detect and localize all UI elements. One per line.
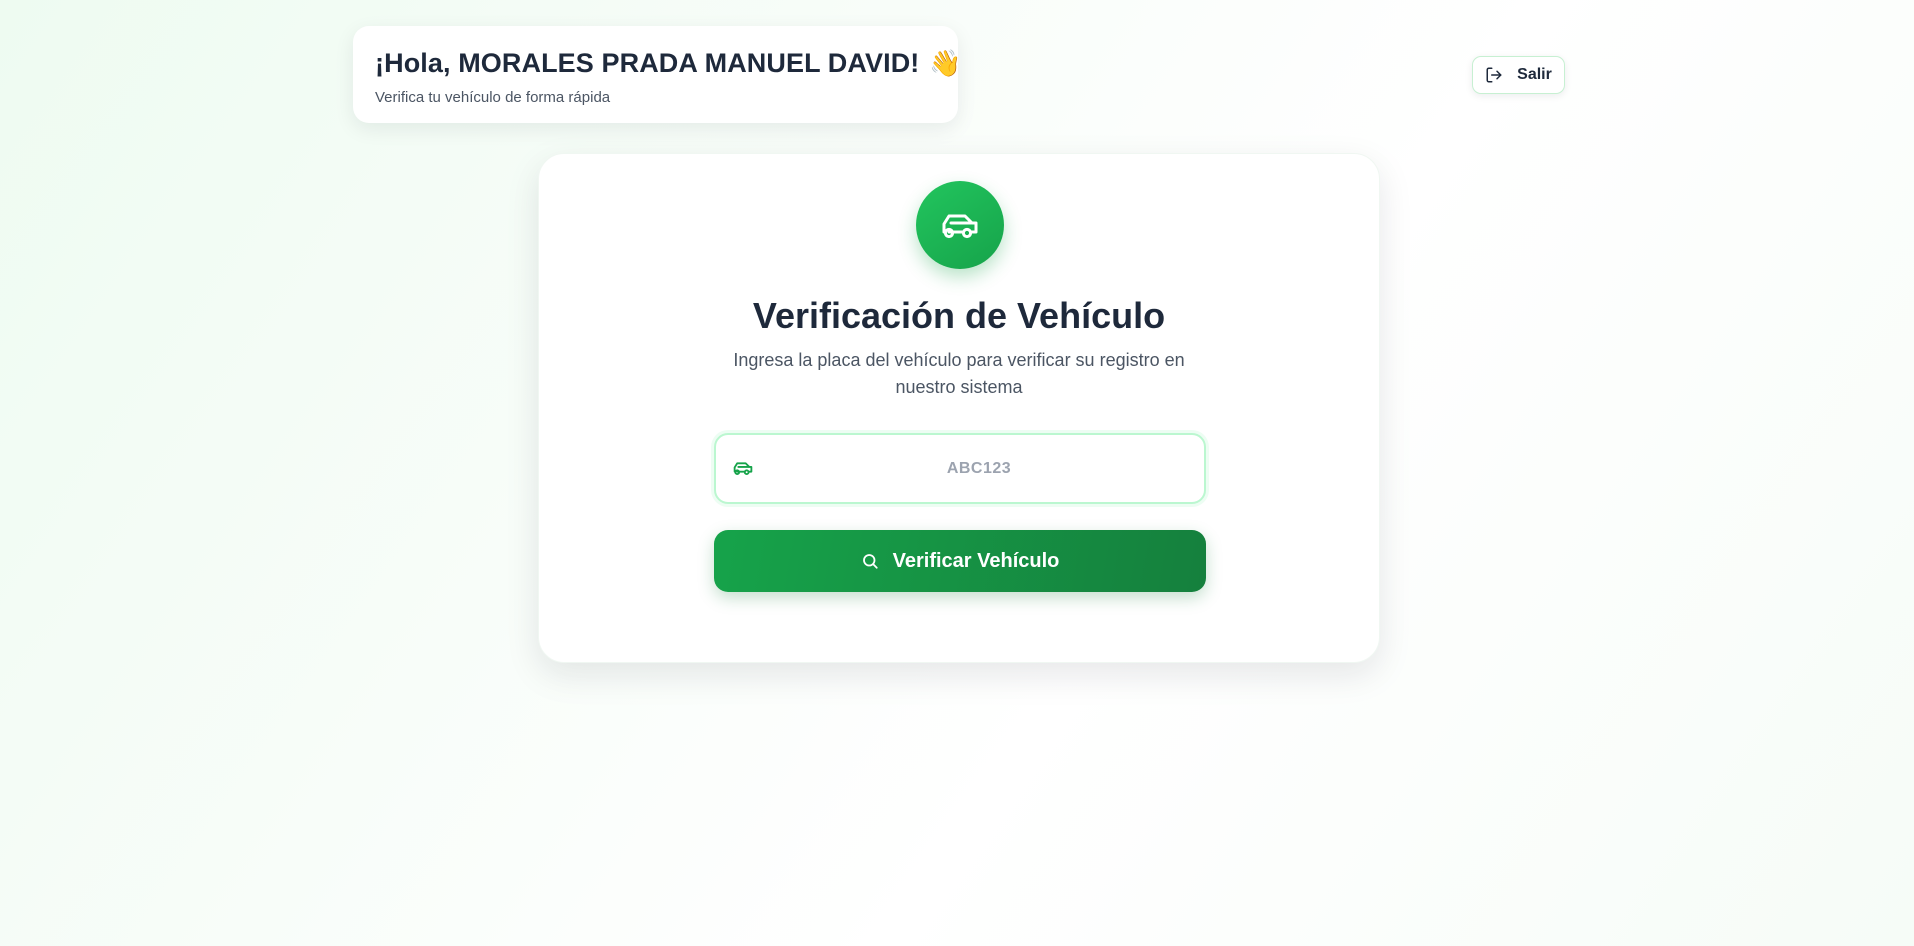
verification-card: Verificación de Vehículo Ingresa la plac… bbox=[538, 153, 1380, 663]
car-icon bbox=[939, 208, 981, 242]
plate-input[interactable] bbox=[716, 435, 1204, 502]
greeting-card: ¡Hola, MORALES PRADA MANUEL DAVID! 👋 Ver… bbox=[353, 26, 962, 123]
search-icon bbox=[861, 552, 879, 570]
greeting-title: ¡Hola, MORALES PRADA MANUEL DAVID! 👋 bbox=[375, 48, 962, 79]
plate-field bbox=[714, 433, 1206, 504]
greeting-text: ¡Hola, MORALES PRADA MANUEL DAVID! bbox=[375, 48, 920, 78]
page-description: Ingresa la placa del vehículo para verif… bbox=[733, 350, 1185, 397]
greeting-subtitle: Verifica tu vehículo de forma rápida bbox=[375, 89, 611, 106]
page-title: Verificación de Vehículo bbox=[752, 295, 1166, 336]
vehicle-badge bbox=[916, 181, 1004, 269]
car-icon bbox=[732, 459, 754, 477]
verify-button-label: Verificar Vehículo bbox=[892, 549, 1060, 572]
verify-vehicle-button[interactable]: Verificar Vehículo bbox=[714, 530, 1206, 592]
logout-button[interactable]: Salir bbox=[1472, 56, 1565, 94]
logout-icon bbox=[1485, 66, 1503, 84]
page: { "header": { "greeting": "¡Hola, MORALE… bbox=[0, 0, 1914, 946]
logout-label: Salir bbox=[1517, 66, 1552, 83]
waving-hand-icon: 👋 bbox=[929, 48, 962, 79]
